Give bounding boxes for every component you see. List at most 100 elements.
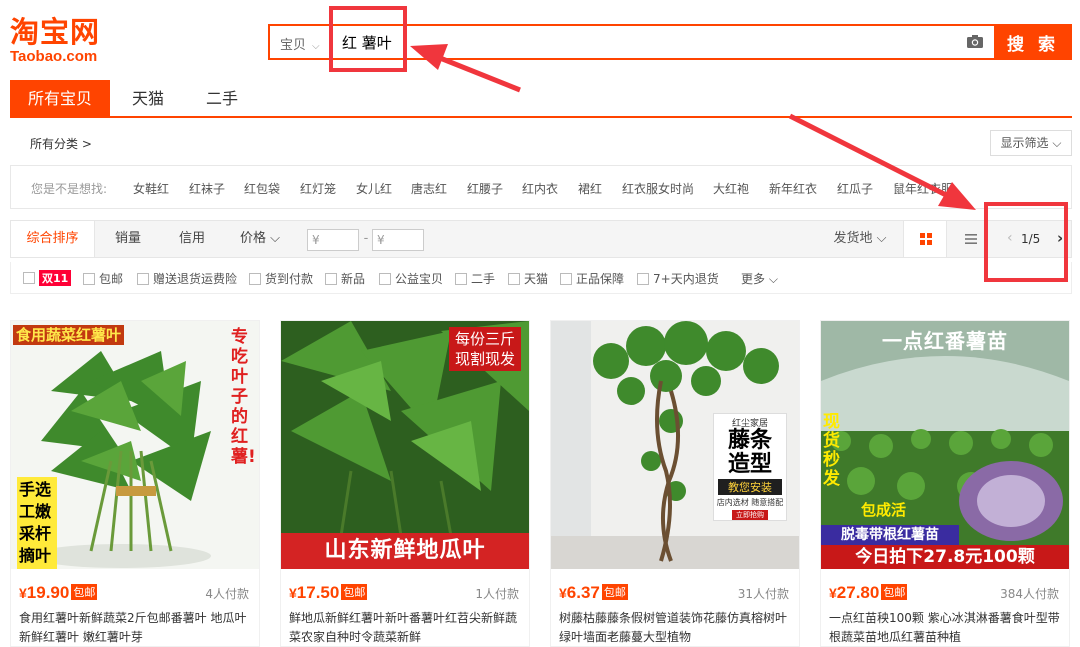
product-title[interactable]: 食用红薯叶新鲜蔬菜2斤包邮番薯叶 地瓜叶新鲜红薯叶 嫩红薯叶芽 bbox=[19, 609, 255, 647]
checkbox[interactable] bbox=[325, 273, 337, 285]
image-caption-bottom: 手选工嫩采杆摘叶 bbox=[17, 477, 57, 569]
related-search-item[interactable]: 红内衣 bbox=[522, 180, 558, 197]
related-search-item[interactable]: 红袜子 bbox=[189, 180, 225, 197]
product-price: ¥6.37 包邮 bbox=[559, 583, 628, 603]
related-search-item[interactable]: 裙红 bbox=[578, 180, 602, 197]
chevron-down-icon: ⌵ bbox=[312, 41, 320, 52]
related-search-item[interactable]: 鼠年红衣服 bbox=[893, 180, 953, 197]
grid-view-button[interactable] bbox=[903, 221, 947, 257]
filter-cod[interactable]: 货到付款 bbox=[249, 270, 313, 287]
product-card[interactable]: 食用蔬菜红薯叶 专吃叶子的红薯! 手选工嫩采杆摘叶 ¥19.90 包邮 4人付款 … bbox=[10, 320, 260, 647]
tab-tmall[interactable]: 天猫 bbox=[116, 80, 180, 118]
image-caption-top: 食用蔬菜红薯叶 bbox=[13, 325, 125, 345]
grid-view-icon bbox=[920, 233, 932, 245]
related-search-item[interactable]: 红衣服女时尚 bbox=[622, 180, 694, 197]
camera-icon[interactable] bbox=[966, 34, 984, 49]
checkbox[interactable] bbox=[249, 273, 261, 285]
paid-count: 384人付款 bbox=[1000, 587, 1059, 601]
filter-label: 公益宝贝 bbox=[395, 272, 444, 286]
checkbox[interactable] bbox=[637, 273, 649, 285]
all-categories-link[interactable]: 所有分类 > bbox=[30, 135, 92, 152]
related-search-item[interactable]: 新年红衣 bbox=[769, 180, 817, 197]
tab-all-items[interactable]: 所有宝贝 bbox=[10, 80, 110, 118]
filter-double11[interactable]: 双11 bbox=[23, 270, 72, 286]
related-search-item[interactable]: 女鞋红 bbox=[133, 180, 169, 197]
paid-count: 31人付款 bbox=[737, 587, 789, 601]
product-image[interactable]: 一点红番薯苗 现货秒发 包成活 脱毒带根红薯苗 今日拍下27.8元100颗 bbox=[821, 321, 1069, 569]
product-card[interactable]: 一点红番薯苗 现货秒发 包成活 脱毒带根红薯苗 今日拍下27.8元100颗 ¥2… bbox=[820, 320, 1070, 647]
filter-second-hand[interactable]: 二手 bbox=[455, 270, 495, 287]
price-to-input[interactable]: ¥ bbox=[372, 229, 424, 251]
filter-return-insurance[interactable]: 赠送退货运费险 bbox=[137, 270, 237, 287]
product-card[interactable]: 红尘家居 藤条造型 教您安装 店内选材 随意搭配 立即抢购 ¥6.37 包邮 31… bbox=[550, 320, 800, 647]
image-caption-top: 一点红番薯苗 bbox=[882, 329, 1008, 353]
logo-text-cn: 淘宝网 bbox=[10, 15, 101, 49]
sort-credit[interactable]: 信用 bbox=[161, 221, 223, 257]
related-search-item[interactable]: 女儿红 bbox=[356, 180, 392, 197]
sort-price[interactable]: 价格 ⌵ bbox=[227, 221, 293, 257]
image-caption-bottom: 山东新鲜地瓜叶 bbox=[281, 533, 529, 569]
product-card[interactable]: 每份三斤 现割现发 山东新鲜地瓜叶 ¥17.50 包邮 1人付款 鲜地瓜新鲜红薯叶… bbox=[280, 320, 530, 647]
product-image[interactable]: 每份三斤 现割现发 山东新鲜地瓜叶 bbox=[281, 321, 529, 569]
search-input[interactable] bbox=[342, 31, 902, 53]
product-image[interactable]: 食用蔬菜红薯叶 专吃叶子的红薯! 手选工嫩采杆摘叶 bbox=[11, 321, 259, 569]
price-value: 17.50 bbox=[296, 583, 340, 602]
product-title[interactable]: 树藤枯藤藤条假树管道装饰花藤仿真榕树叶绿叶墙面老藤蔓大型植物 bbox=[559, 609, 795, 647]
filter-genuine[interactable]: 正品保障 bbox=[560, 270, 624, 287]
image-promo-panel: 红尘家居 藤条造型 教您安装 店内选材 随意搭配 立即抢购 bbox=[713, 413, 787, 521]
checkbox[interactable] bbox=[455, 273, 467, 285]
filter-more[interactable]: 更多 ⌵ bbox=[741, 270, 778, 287]
related-search-item[interactable]: 红瓜子 bbox=[837, 180, 873, 197]
caption-line: 现割现发 bbox=[454, 350, 515, 368]
related-search-item[interactable]: 大红袍 bbox=[713, 180, 749, 197]
free-shipping-badge: 包邮 bbox=[71, 584, 98, 600]
product-title[interactable]: 一点红苗秧100颗 紫心冰淇淋番薯食叶型带根蔬菜苗地瓜红薯苗种植 bbox=[829, 609, 1065, 647]
price-value: 27.80 bbox=[836, 583, 880, 602]
show-filter-button[interactable]: 显示筛选 ⌵ bbox=[990, 130, 1072, 156]
free-shipping-badge: 包邮 bbox=[881, 584, 908, 600]
checkbox[interactable] bbox=[137, 273, 149, 285]
filter-7day-return[interactable]: 7+天内退货 bbox=[637, 270, 719, 287]
currency-symbol: ¥ bbox=[19, 585, 27, 601]
ship-from-dropdown[interactable]: 发货地 ⌵ bbox=[825, 221, 895, 257]
tab-underline bbox=[10, 116, 1072, 118]
filter-label: 赠送退货运费险 bbox=[153, 272, 238, 286]
product-image[interactable]: 红尘家居 藤条造型 教您安装 店内选材 随意搭配 立即抢购 bbox=[551, 321, 799, 569]
promo-buy-button: 立即抢购 bbox=[732, 510, 768, 520]
image-caption-alive: 包成活 bbox=[861, 501, 907, 519]
taobao-logo[interactable]: 淘宝网 Taobao.com bbox=[10, 16, 120, 68]
filter-label: 包邮 bbox=[99, 272, 124, 286]
product-title[interactable]: 鲜地瓜新鲜红薯叶新叶番薯叶红苕尖新鲜蔬菜农家自种时令蔬菜新鲜 bbox=[289, 609, 525, 647]
caption-line: 每份三斤 bbox=[454, 330, 515, 348]
price-value: 6.37 bbox=[566, 583, 600, 602]
tab-second-hand[interactable]: 二手 bbox=[190, 80, 254, 118]
price-value: 19.90 bbox=[26, 583, 70, 602]
annotation-arrow-line bbox=[439, 55, 521, 93]
promo-title: 藤条造型 bbox=[727, 428, 772, 477]
filter-label: 7+天内退货 bbox=[653, 272, 719, 286]
filter-free-shipping[interactable]: 包邮 bbox=[83, 270, 123, 287]
related-search-item[interactable]: 唐志红 bbox=[411, 180, 447, 197]
checkbox[interactable] bbox=[508, 273, 520, 285]
annotation-box-pager bbox=[984, 202, 1068, 282]
checkbox[interactable] bbox=[83, 273, 95, 285]
search-button[interactable]: 搜 索 bbox=[994, 24, 1072, 60]
paid-count: 1人付款 bbox=[475, 587, 519, 601]
sort-default[interactable]: 综合排序 bbox=[11, 221, 95, 257]
checkbox[interactable] bbox=[560, 273, 572, 285]
checkbox[interactable] bbox=[23, 272, 35, 284]
filter-tmall[interactable]: 天猫 bbox=[508, 270, 548, 287]
checkbox[interactable] bbox=[379, 273, 391, 285]
related-search-bar: 您是不是想找: 女鞋红 红袜子 红包袋 红灯笼 女儿红 唐志红 红腰子 红内衣 … bbox=[10, 165, 1072, 209]
filter-label: 正品保障 bbox=[576, 272, 625, 286]
filter-new[interactable]: 新品 bbox=[325, 270, 365, 287]
related-search-item[interactable]: 红灯笼 bbox=[300, 180, 336, 197]
free-shipping-badge: 包邮 bbox=[341, 584, 368, 600]
sort-sales[interactable]: 销量 bbox=[97, 221, 159, 257]
double11-badge: 双11 bbox=[39, 270, 72, 286]
price-from-input[interactable]: ¥ bbox=[307, 229, 359, 251]
search-type-dropdown[interactable]: 宝贝 ⌵ bbox=[280, 34, 320, 53]
related-search-item[interactable]: 红包袋 bbox=[244, 180, 280, 197]
filter-charity[interactable]: 公益宝贝 bbox=[379, 270, 443, 287]
related-search-item[interactable]: 红腰子 bbox=[467, 180, 503, 197]
